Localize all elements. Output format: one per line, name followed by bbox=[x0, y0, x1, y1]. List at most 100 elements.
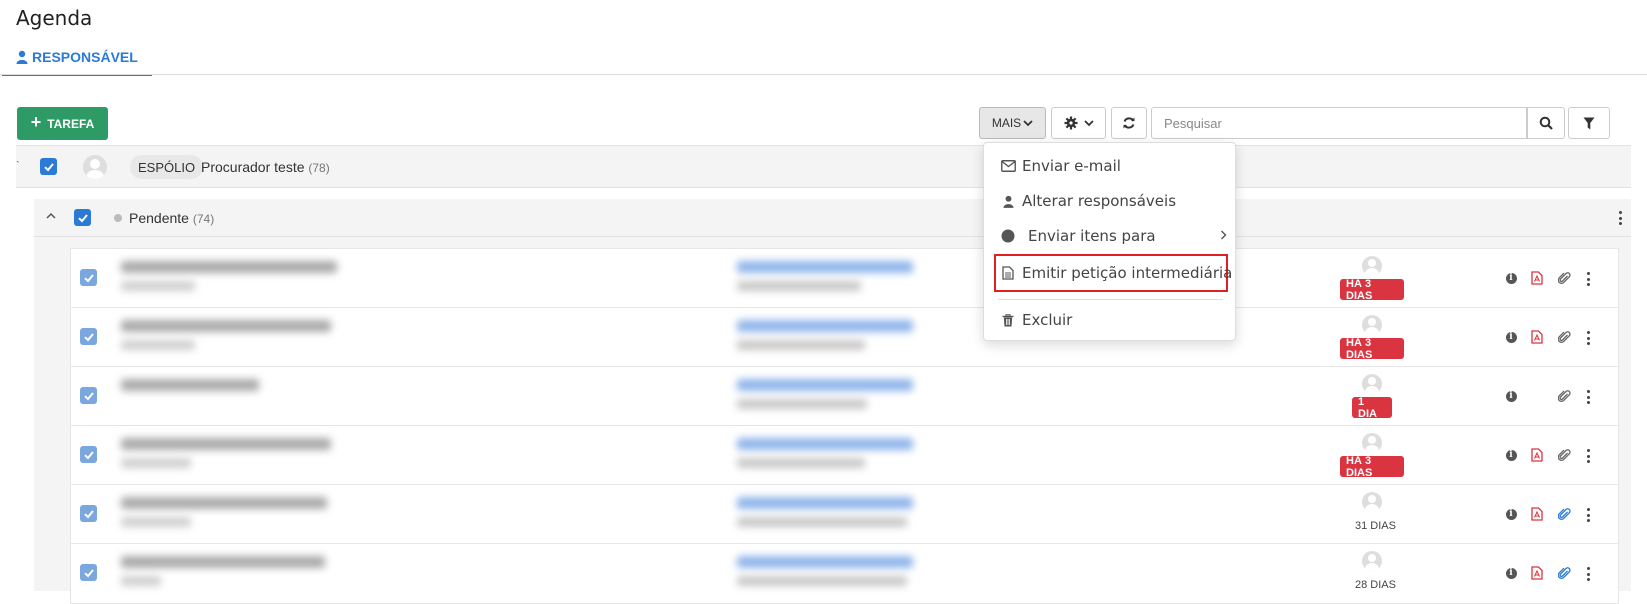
menu-item-send-email[interactable]: Enviar e-mail bbox=[984, 151, 1237, 181]
circle-icon bbox=[1001, 229, 1015, 243]
group-count: (78) bbox=[308, 161, 330, 175]
table-row[interactable]: HÁ 3 DIAS i bbox=[71, 249, 1618, 308]
tab-responsavel[interactable]: RESPONSÁVEL bbox=[2, 40, 152, 76]
assignee-avatar bbox=[1362, 374, 1382, 394]
settings-button[interactable] bbox=[1051, 107, 1106, 139]
assignee-avatar bbox=[1362, 433, 1382, 453]
table-row[interactable]: HÁ 3 DIAS i bbox=[71, 308, 1618, 367]
group-checkbox[interactable] bbox=[40, 158, 57, 175]
row-menu-icon[interactable] bbox=[1586, 331, 1590, 345]
check-icon bbox=[43, 162, 54, 171]
blurred-link bbox=[737, 261, 913, 273]
more-button[interactable]: MAIS bbox=[979, 107, 1046, 139]
collapse-caret-icon[interactable]: ˋ bbox=[16, 160, 20, 172]
due-days: 28 DIAS bbox=[1355, 579, 1396, 591]
check-icon bbox=[83, 332, 94, 341]
subgroup-label-text: Pendente bbox=[129, 210, 189, 226]
due-badge: HÁ 3 DIAS bbox=[1340, 337, 1404, 361]
row-checkbox[interactable] bbox=[80, 505, 97, 522]
search-input[interactable] bbox=[1151, 107, 1527, 139]
plus-icon: + bbox=[30, 112, 42, 132]
table-row[interactable]: HÁ 3 DIAS i bbox=[71, 426, 1618, 485]
check-icon bbox=[83, 391, 94, 400]
info-icon[interactable]: i bbox=[1504, 566, 1518, 580]
blurred-title bbox=[121, 379, 259, 391]
paperclip-icon[interactable] bbox=[1557, 566, 1571, 580]
subgroup-checkbox[interactable] bbox=[74, 209, 91, 226]
chevron-right-icon bbox=[1221, 230, 1227, 240]
paperclip-icon[interactable] bbox=[1557, 330, 1571, 344]
row-checkbox[interactable] bbox=[80, 328, 97, 345]
table-row[interactable]: 1 DIA i bbox=[71, 367, 1618, 426]
menu-item-label: Excluir bbox=[1022, 311, 1073, 329]
add-task-button[interactable]: + TAREFA bbox=[17, 107, 108, 140]
row-checkbox[interactable] bbox=[80, 387, 97, 404]
pdf-icon[interactable] bbox=[1530, 507, 1544, 521]
search-button[interactable] bbox=[1527, 107, 1565, 139]
due-badge: HÁ 3 DIAS bbox=[1340, 455, 1404, 479]
menu-item-send-items-to[interactable]: Enviar itens para bbox=[984, 221, 1237, 251]
blurred-link bbox=[737, 320, 913, 332]
blurred-link bbox=[737, 438, 913, 450]
blurred-title bbox=[121, 320, 331, 332]
check-icon bbox=[83, 568, 94, 577]
table-row[interactable]: 28 DIAS i bbox=[71, 544, 1618, 603]
subgroup-menu-icon[interactable] bbox=[1618, 211, 1622, 225]
paperclip-icon[interactable] bbox=[1557, 389, 1571, 403]
row-menu-icon[interactable] bbox=[1586, 508, 1590, 522]
chevron-down-icon bbox=[1083, 120, 1094, 127]
blurred-subtitle bbox=[121, 576, 161, 586]
pdf-icon[interactable] bbox=[1530, 330, 1544, 344]
blurred-title bbox=[121, 556, 325, 568]
info-icon[interactable]: i bbox=[1504, 271, 1518, 285]
table-row[interactable]: 31 DIAS i bbox=[71, 485, 1618, 544]
row-menu-icon[interactable] bbox=[1586, 390, 1590, 404]
trash-icon bbox=[1002, 313, 1014, 326]
menu-item-issue-petition[interactable]: Emitir petição intermediária bbox=[984, 258, 1237, 288]
chevron-up-icon[interactable] bbox=[46, 209, 56, 223]
row-checkbox[interactable] bbox=[80, 564, 97, 581]
paperclip-icon[interactable] bbox=[1557, 448, 1571, 462]
row-menu-icon[interactable] bbox=[1586, 449, 1590, 463]
due-badge: 1 DIA bbox=[1352, 396, 1392, 420]
info-icon[interactable]: i bbox=[1504, 448, 1518, 462]
menu-item-change-responsible[interactable]: Alterar responsáveis bbox=[984, 186, 1237, 216]
pdf-icon[interactable] bbox=[1530, 566, 1544, 580]
blurred-link bbox=[737, 556, 913, 568]
add-task-label: TAREFA bbox=[47, 116, 95, 131]
avatar bbox=[83, 155, 107, 179]
blurred-detail bbox=[737, 340, 865, 350]
blurred-link bbox=[737, 379, 913, 391]
more-label: MAIS bbox=[991, 116, 1022, 130]
assignee-avatar bbox=[1362, 315, 1382, 335]
group-name: Procurador teste (78) bbox=[201, 159, 330, 175]
status-dot-icon bbox=[114, 214, 122, 222]
more-dropdown-menu: Enviar e-mail Alterar responsáveis Envia… bbox=[983, 142, 1236, 341]
menu-item-label: Emitir petição intermediária bbox=[1022, 264, 1233, 282]
assignee-avatar bbox=[1362, 492, 1382, 512]
info-icon[interactable]: i bbox=[1504, 507, 1518, 521]
blurred-link bbox=[737, 497, 913, 509]
paperclip-icon[interactable] bbox=[1557, 271, 1571, 285]
due-days: 31 DIAS bbox=[1355, 520, 1396, 532]
pdf-icon[interactable] bbox=[1530, 271, 1544, 285]
user-icon bbox=[1002, 195, 1014, 208]
row-checkbox[interactable] bbox=[80, 446, 97, 463]
row-checkbox[interactable] bbox=[80, 269, 97, 286]
menu-item-label: Enviar itens para bbox=[1028, 227, 1156, 245]
blurred-detail bbox=[737, 576, 907, 586]
row-menu-icon[interactable] bbox=[1586, 272, 1590, 286]
filter-button[interactable] bbox=[1568, 107, 1610, 139]
due-badge: HÁ 3 DIAS bbox=[1340, 278, 1404, 302]
menu-item-delete[interactable]: Excluir bbox=[984, 305, 1237, 335]
document-icon bbox=[1002, 266, 1014, 280]
refresh-button[interactable] bbox=[1111, 107, 1147, 139]
paperclip-icon[interactable] bbox=[1557, 507, 1571, 521]
row-menu-icon[interactable] bbox=[1586, 567, 1590, 581]
check-icon bbox=[83, 273, 94, 282]
blurred-title bbox=[121, 261, 337, 273]
group-header: ˋ ESPÓLIO Procurador teste (78) bbox=[16, 145, 1631, 188]
info-icon[interactable]: i bbox=[1504, 389, 1518, 403]
pdf-icon[interactable] bbox=[1530, 448, 1544, 462]
info-icon[interactable]: i bbox=[1504, 330, 1518, 344]
